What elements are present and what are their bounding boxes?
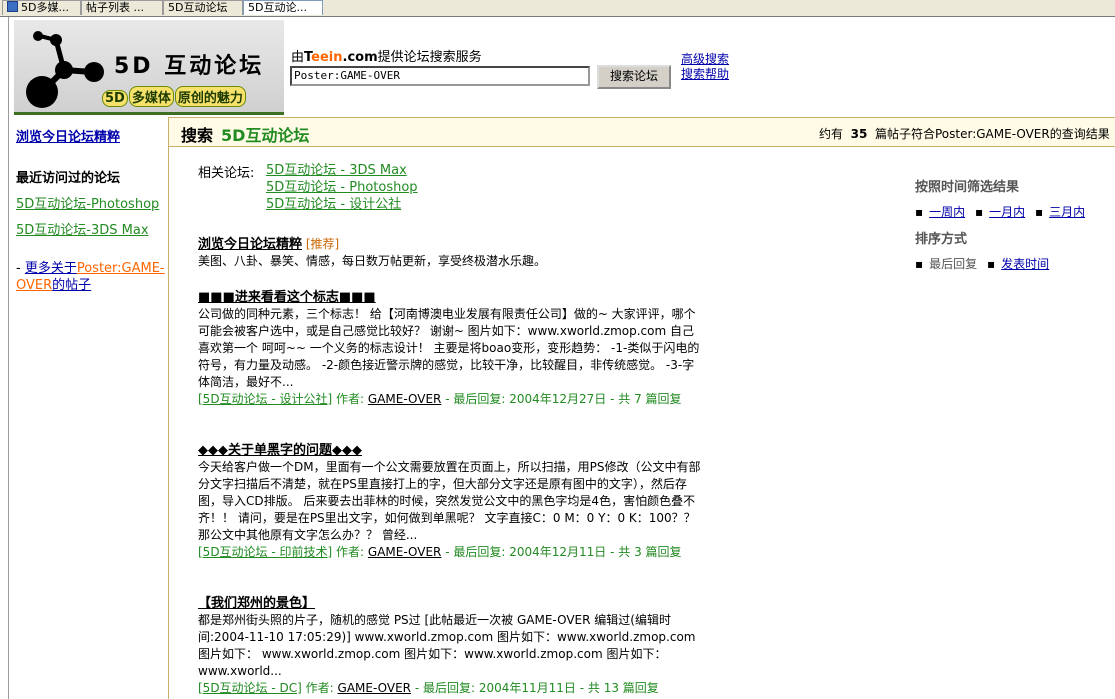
recent-forums-title: 最近访问过的论坛 xyxy=(16,171,121,186)
sidebar-divider xyxy=(168,117,169,699)
search-help-link[interactable]: 搜索帮助 xyxy=(681,67,729,82)
logo-title: 5D 互动论坛 xyxy=(114,54,265,79)
slogan-part: 5D xyxy=(102,90,128,107)
service-prefix: 由 xyxy=(291,50,305,65)
filter-panel: 按照时间筛选结果 ▪ 一周内 ▪ 一月内 ▪ 三月内 排序方式 ▪ 最后回复 ▪ 发表时间 xyxy=(915,176,1115,280)
time-filter-options: ▪ 一周内 ▪ 一月内 ▪ 三月内 xyxy=(915,203,1115,220)
more-posts-link[interactable]: 更多关于 xyxy=(25,261,77,276)
result-author-link[interactable]: GAME-OVER xyxy=(368,545,441,559)
result-meta: [5D互动论坛 - 印前技术] 作者: GAME-OVER - 最后回复: 20… xyxy=(198,544,703,561)
filter-one-month[interactable]: 一月内 xyxy=(989,205,1025,219)
forum-name: 5D互动论坛 xyxy=(221,126,310,145)
tab-5d-forum-active[interactable]: 5D互动论... xyxy=(243,0,323,15)
frame-left-border xyxy=(0,17,9,699)
bullet-icon: ▪ xyxy=(1034,205,1044,219)
result-author-link[interactable]: GAME-OVER xyxy=(338,681,411,695)
sort-last-reply: 最后回复 xyxy=(929,257,978,271)
results-header: 搜索 5D互动论坛 约有 35 篇帖子符合Poster:GAME-OVER的查询结… xyxy=(169,117,1115,147)
result-forum-link[interactable]: [5D互动论坛 - 印前技术] xyxy=(198,545,332,559)
forum-logo[interactable]: 5D 互动论坛 5D 多媒体 原创的魅力 xyxy=(14,20,284,112)
result-item: 【我们郑州的景色】 都是郑州街头照的片子，随机的感觉 PS过 [此帖最近一次被 … xyxy=(198,595,703,697)
result-snippet: 今天给客户做一个DM，里面有一个公文需要放置在页面上，所以扫描，用PS修改（公文… xyxy=(198,460,701,542)
recent-forum-3dsmax[interactable]: 5D互动论坛-3DS Max xyxy=(16,219,166,238)
bullet-icon: ▪ xyxy=(915,257,924,271)
related-links: 5D互动论坛 - 3DS Max 5D互动论坛 - Photoshop 5D互动… xyxy=(266,162,418,213)
result-title[interactable]: ◆◆◆关于单黑字的问题◆◆◆ xyxy=(198,442,703,459)
logo-underline xyxy=(14,112,284,115)
search-input[interactable]: Poster:GAME-OVER xyxy=(290,66,590,86)
result-author-link[interactable]: GAME-OVER xyxy=(368,392,441,406)
promo-description: 美图、八卦、暴笑、情感，每日数万帖更新，享受终极潜水乐趣。 xyxy=(198,254,547,268)
search-heading: 搜索 5D互动论坛 xyxy=(181,122,309,146)
tab-bar: 5D多媒... 帖子列表 ... 5D互动论坛 5D互动论... xyxy=(0,0,1115,17)
recent-forum-photoshop[interactable]: 5D互动论坛-Photoshop xyxy=(16,193,166,212)
result-forum-link[interactable]: [5D互动论坛 - DC] xyxy=(198,681,302,695)
result-title[interactable]: ■■■进来看看这个标志■■■ xyxy=(198,289,703,306)
search-forum-button[interactable]: 搜索论坛 xyxy=(597,65,671,89)
sort-title: 排序方式 xyxy=(915,232,968,247)
result-snippet: 都是郑州街头照的片子，随机的感觉 PS过 [此帖最近一次被 GAME-OVER … xyxy=(198,613,696,678)
count-prefix: 约有 xyxy=(819,127,844,141)
search-service-label: 由Teein.com提供论坛搜索服务 xyxy=(291,46,482,65)
author-label: 作者: xyxy=(305,681,334,695)
service-suffix: 提供论坛搜索服务 xyxy=(377,50,482,65)
result-item: ◆◆◆关于单黑字的问题◆◆◆ 今天给客户做一个DM，里面有一个公文需要放置在页面… xyxy=(198,442,703,561)
logo-slogan: 5D 多媒体 原创的魅力 xyxy=(102,86,247,107)
tab-label: 5D互动论... xyxy=(248,1,307,14)
promo-item: 浏览今日论坛精粹 [推荐] 美图、八卦、暴笑、情感，每日数万帖更新，享受终极潜水… xyxy=(198,236,703,270)
result-last-reply: - 最后回复: 2004年12月27日 - 共 7 篇回复 xyxy=(445,392,682,406)
sort-options: ▪ 最后回复 ▪ 发表时间 xyxy=(915,255,1115,272)
count-suffix: 篇帖子符合Poster:GAME-OVER的查询结果 xyxy=(875,127,1110,141)
tab-label: 5D多媒... xyxy=(21,1,69,14)
related-forum-3dsmax[interactable]: 5D互动论坛 - 3DS Max xyxy=(266,162,418,179)
author-label: 作者: xyxy=(336,392,365,406)
browse-today-link[interactable]: 浏览今日论坛精粹 xyxy=(16,126,166,145)
more-posts: - 更多关于Poster:GAME-OVER的帖子 xyxy=(16,260,166,294)
time-filter-title: 按照时间筛选结果 xyxy=(915,180,1020,195)
tab-label: 5D互动论坛 xyxy=(168,1,228,14)
result-item: ■■■进来看看这个标志■■■ 公司做的同种元素，三个标志！ 给【河南博澳电业发展… xyxy=(198,289,703,408)
tab-label: 帖子列表 ... xyxy=(86,1,144,14)
tab-post-list[interactable]: 帖子列表 ... xyxy=(81,0,163,15)
result-last-reply: - 最后回复: 2004年12月11日 - 共 3 篇回复 xyxy=(445,545,682,559)
recommend-tag: [推荐] xyxy=(305,237,340,251)
count-value: 35 xyxy=(850,127,868,141)
tab-5d-forum[interactable]: 5D互动论坛 xyxy=(163,0,243,15)
bullet-icon: ▪ xyxy=(915,205,924,219)
molecule-logo-icon xyxy=(26,31,104,108)
more-prefix: - xyxy=(16,261,25,276)
result-title[interactable]: 【我们郑州的景色】 xyxy=(198,595,703,612)
author-label: 作者: xyxy=(336,545,365,559)
slogan-part: 多媒体 xyxy=(128,86,174,107)
result-meta: [5D互动论坛 - DC] 作者: GAME-OVER - 最后回复: 2004… xyxy=(198,680,703,697)
result-count: 约有 35 篇帖子符合Poster:GAME-OVER的查询结果 xyxy=(819,125,1110,142)
related-label: 相关论坛: xyxy=(198,166,255,181)
result-snippet: 公司做的同种元素，三个标志！ 给【河南博澳电业发展有限责任公司】做的~ 大家评评… xyxy=(198,307,700,389)
sort-post-time[interactable]: 发表时间 xyxy=(1001,257,1049,271)
tab-5d-multimedia[interactable]: 5D多媒... xyxy=(2,0,81,15)
sidebar: 浏览今日论坛精粹 最近访问过的论坛 5D互动论坛-Photoshop 5D互动论… xyxy=(16,126,166,294)
search-label: 搜索 xyxy=(181,126,214,145)
filter-one-week[interactable]: 一周内 xyxy=(929,205,965,219)
promo-title[interactable]: 浏览今日论坛精粹 xyxy=(198,237,302,252)
filter-three-months[interactable]: 三月内 xyxy=(1049,205,1085,219)
search-links: 高级搜索 搜索帮助 xyxy=(681,52,729,82)
result-forum-link[interactable]: [5D互动论坛 - 设计公社] xyxy=(198,392,332,406)
page-icon xyxy=(7,1,18,12)
related-forum-photoshop[interactable]: 5D互动论坛 - Photoshop xyxy=(266,179,418,196)
result-last-reply: - 最后回复: 2004年11月11日 - 共 13 篇回复 xyxy=(414,681,659,695)
related-forum-design[interactable]: 5D互动论坛 - 设计公社 xyxy=(266,196,418,213)
teein-brand-com[interactable]: .com xyxy=(343,50,378,65)
advanced-search-link[interactable]: 高级搜索 xyxy=(681,52,729,67)
teein-brand-eein[interactable]: eein xyxy=(311,50,342,65)
bullet-icon: ▪ xyxy=(986,257,996,271)
slogan-part: 原创的魅力 xyxy=(174,86,246,107)
bullet-icon: ▪ xyxy=(974,205,984,219)
more-posts-suffix-link[interactable]: 的帖子 xyxy=(52,278,91,293)
result-meta: [5D互动论坛 - 设计公社] 作者: GAME-OVER - 最后回复: 20… xyxy=(198,391,703,408)
